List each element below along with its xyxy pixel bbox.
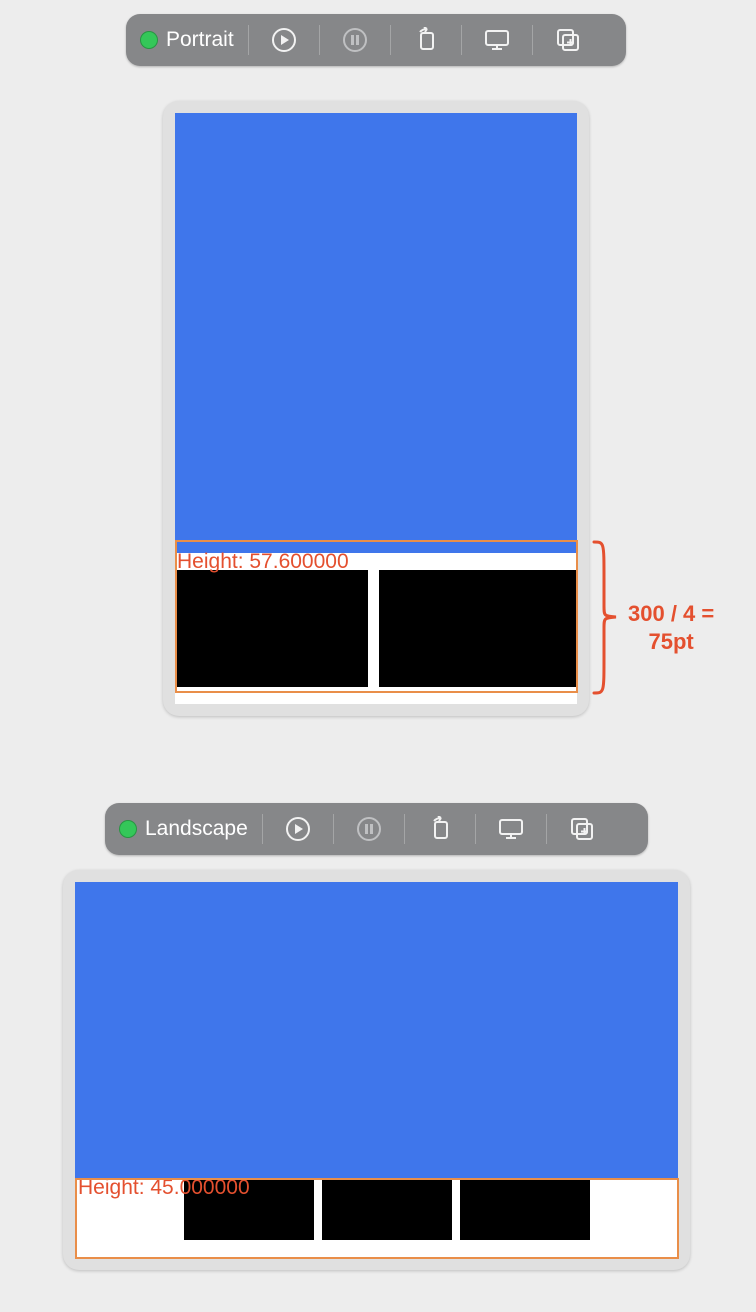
play-in-circle-icon bbox=[285, 816, 311, 842]
pause-button[interactable] bbox=[334, 803, 404, 855]
add-window-button[interactable] bbox=[533, 14, 603, 66]
status-dot-icon bbox=[119, 820, 137, 838]
portrait-simulator-frame: Height: 57.600000 bbox=[163, 101, 589, 716]
external-display-icon bbox=[483, 28, 511, 52]
landscape-title-segment[interactable]: Landscape bbox=[113, 803, 262, 855]
portrait-height-label: Height: 57.600000 bbox=[177, 550, 349, 574]
portrait-annotation-text: 300 / 4 = 75pt bbox=[628, 600, 714, 655]
landscape-height-label: Height: 45.000000 bbox=[78, 1176, 250, 1200]
portrait-blue-canvas bbox=[175, 113, 577, 553]
landscape-screen: Height: 45.000000 bbox=[75, 882, 678, 1258]
landscape-toolbar: Landscape bbox=[105, 803, 648, 855]
annotation-line-2: 75pt bbox=[649, 629, 694, 654]
pause-in-circle-icon bbox=[356, 816, 382, 842]
portrait-screen: Height: 57.600000 bbox=[175, 113, 577, 704]
add-window-button[interactable] bbox=[547, 803, 617, 855]
brace-icon bbox=[590, 540, 620, 695]
rotate-button[interactable] bbox=[391, 14, 461, 66]
landscape-title: Landscape bbox=[145, 817, 248, 841]
play-in-circle-icon bbox=[271, 27, 297, 53]
portrait-black-box-2 bbox=[379, 570, 577, 687]
add-window-icon bbox=[569, 816, 595, 842]
external-display-button[interactable] bbox=[476, 803, 546, 855]
portrait-black-box-1 bbox=[175, 570, 368, 687]
portrait-title: Portrait bbox=[166, 28, 234, 52]
portrait-bottom-strip: Height: 57.600000 bbox=[175, 553, 577, 704]
portrait-title-segment[interactable]: Portrait bbox=[134, 14, 248, 66]
landscape-bottom-strip: Height: 45.000000 bbox=[75, 1179, 678, 1258]
rotate-device-icon bbox=[413, 27, 439, 53]
landscape-black-box-2 bbox=[322, 1179, 452, 1240]
external-display-icon bbox=[497, 817, 525, 841]
play-button[interactable] bbox=[249, 14, 319, 66]
play-button[interactable] bbox=[263, 803, 333, 855]
landscape-black-box-3 bbox=[460, 1179, 590, 1240]
external-display-button[interactable] bbox=[462, 14, 532, 66]
portrait-toolbar: Portrait bbox=[126, 14, 626, 66]
rotate-button[interactable] bbox=[405, 803, 475, 855]
rotate-device-icon bbox=[427, 816, 453, 842]
pause-in-circle-icon bbox=[342, 27, 368, 53]
annotation-line-1: 300 / 4 = bbox=[628, 601, 714, 626]
status-dot-icon bbox=[140, 31, 158, 49]
pause-button[interactable] bbox=[320, 14, 390, 66]
landscape-blue-canvas bbox=[75, 882, 678, 1179]
add-window-icon bbox=[555, 27, 581, 53]
landscape-simulator-frame: Height: 45.000000 bbox=[63, 870, 690, 1270]
